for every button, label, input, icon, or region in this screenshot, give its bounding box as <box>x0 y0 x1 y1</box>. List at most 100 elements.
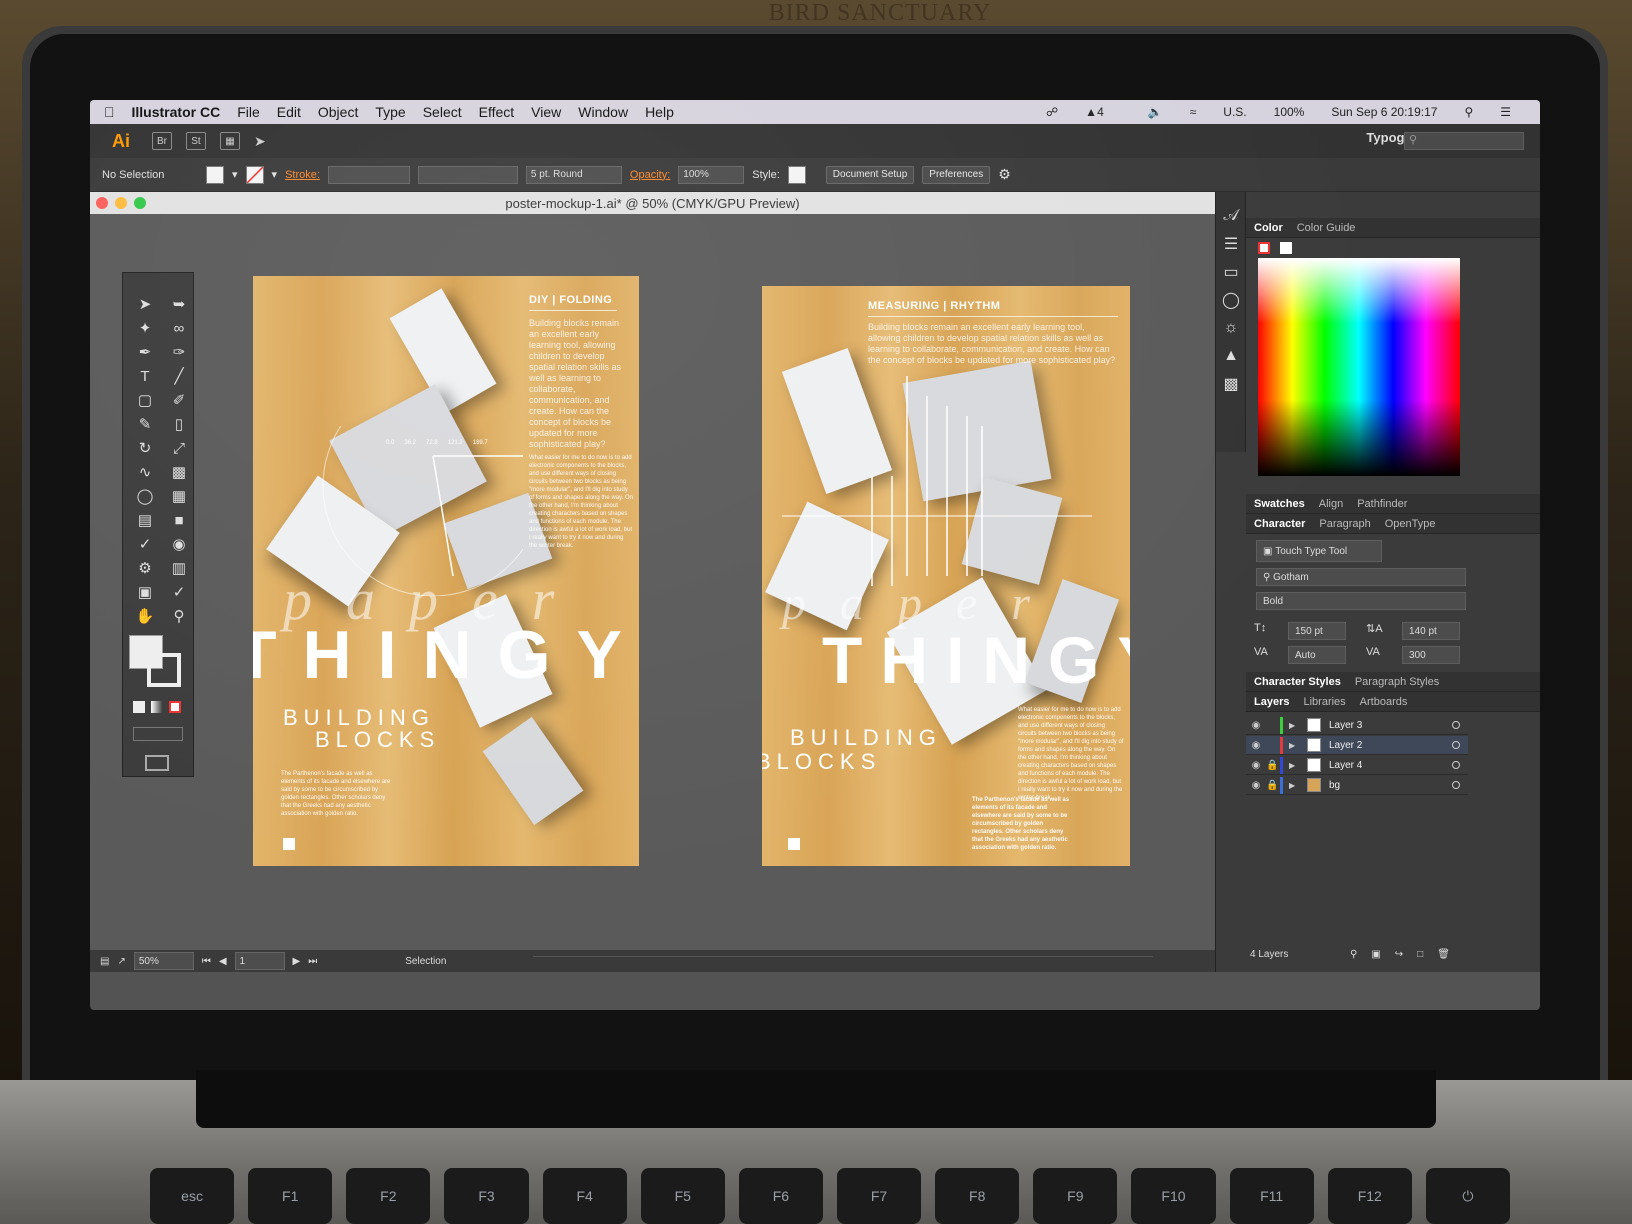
new-layer-icon[interactable]: □ <box>1417 949 1423 960</box>
tab-artboards[interactable]: Artboards <box>1360 696 1408 708</box>
arrange-documents-icon[interactable]: ▦ <box>220 132 240 150</box>
menu-window[interactable]: Window <box>578 104 628 120</box>
symbol-sprayer-tool-icon[interactable]: ⚙ <box>130 557 160 579</box>
shape-builder-tool-icon[interactable]: ◯ <box>130 485 160 507</box>
tab-character-styles[interactable]: Character Styles <box>1254 676 1341 688</box>
rectangle-tool-icon[interactable]: ▢ <box>130 389 160 411</box>
pencil-tool-icon[interactable]: ✎ <box>130 413 160 435</box>
canvas[interactable]: ➤ ➥ ✦ ∞ ✒ ✑ T ╱ ▢ ✐ ✎ ▯ ↻ ⤢ ∿ ▩ ◯ ▦ ▤ ■ … <box>90 214 1215 950</box>
stroke-weight-field[interactable] <box>327 165 410 184</box>
prev-artboard-icon[interactable]: ◀ <box>219 956 227 967</box>
tracking-field[interactable]: 300 <box>1402 646 1460 664</box>
layer-name[interactable]: Layer 2 <box>1329 740 1362 751</box>
tab-color[interactable]: Color <box>1254 222 1283 234</box>
spotlight-icon[interactable]: ⚲ <box>1464 105 1473 119</box>
selection-tool-icon[interactable]: ➤ <box>130 293 160 315</box>
none-mode-icon[interactable] <box>169 701 181 713</box>
warp-tool-icon[interactable]: ∿ <box>130 461 160 483</box>
color-mode-icon[interactable] <box>133 701 145 713</box>
lasso-tool-icon[interactable]: ∞ <box>164 317 194 339</box>
rotate-tool-icon[interactable]: ↻ <box>130 437 160 459</box>
opacity-label[interactable]: Opacity: <box>630 169 670 181</box>
next-artboard-icon[interactable]: ▶ <box>293 956 301 967</box>
tab-swatches[interactable]: Swatches <box>1254 498 1305 510</box>
search-input[interactable]: ⚲ <box>1404 132 1524 150</box>
font-style-field[interactable]: Bold <box>1256 592 1466 610</box>
color-spectrum[interactable] <box>1258 258 1460 476</box>
fill-dropdown-icon[interactable]: ▾ <box>232 168 238 181</box>
clipping-mask-icon[interactable]: ▣ <box>1371 949 1380 960</box>
gradient-mode-icon[interactable] <box>151 701 163 713</box>
battery-status[interactable]: 100% <box>1274 105 1305 119</box>
apple-icon[interactable]:  <box>104 104 115 120</box>
type-tool-icon[interactable]: T <box>130 365 160 387</box>
target-icon[interactable] <box>1452 721 1460 729</box>
app-menu[interactable]: Illustrator CC <box>132 104 221 120</box>
menu-effect[interactable]: Effect <box>479 104 515 120</box>
wifi-icon[interactable]: ≈ <box>1190 105 1197 119</box>
none-swatch-icon[interactable] <box>1258 242 1270 254</box>
perspective-grid-tool-icon[interactable]: ▦ <box>164 485 194 507</box>
layer-row[interactable]: ◉ 🔒 ▶ bg <box>1246 776 1468 795</box>
creative-cloud-icon[interactable]: ☍ <box>1046 105 1058 119</box>
layer-row[interactable]: ◉ ▶ Layer 2 <box>1246 736 1468 755</box>
magic-wand-tool-icon[interactable]: ✦ <box>130 317 160 339</box>
layer-row[interactable]: ◉ 🔒 ▶ Layer 4 <box>1246 756 1468 775</box>
curvature-tool-icon[interactable]: ✑ <box>164 341 194 363</box>
stroke-panel-icon[interactable]: ▭ <box>1216 258 1246 286</box>
touch-type-tool-button[interactable]: ▣ Touch Type Tool <box>1256 540 1382 562</box>
brush-definition[interactable]: 5 pt. Round <box>525 165 622 184</box>
lock-icon[interactable]: 🔒 <box>1266 760 1280 771</box>
layer-row[interactable]: ◉ ▶ Layer 3 <box>1246 716 1468 735</box>
hand-tool-icon[interactable]: ✋ <box>130 605 160 627</box>
minimize-button[interactable] <box>115 197 127 209</box>
stroke-swatch[interactable] <box>245 165 264 184</box>
menu-help[interactable]: Help <box>645 104 674 120</box>
preferences-button[interactable]: Preferences <box>922 165 991 184</box>
artboard-poster-2[interactable]: MEASURING | RHYTHM Building blocks remai… <box>762 286 1130 866</box>
glyph-icon[interactable]: 𝒜 <box>1216 202 1246 230</box>
line-tool-icon[interactable]: ╱ <box>164 365 194 387</box>
appearance-icon[interactable]: ☼ <box>1216 314 1246 342</box>
column-graph-tool-icon[interactable]: ▥ <box>164 557 194 579</box>
tab-paragraph-styles[interactable]: Paragraph Styles <box>1355 676 1439 688</box>
artboard-tool-icon[interactable]: ▣ <box>130 581 160 603</box>
tab-align[interactable]: Align <box>1319 498 1343 510</box>
visibility-icon[interactable]: ◉ <box>1246 760 1266 771</box>
gpu-icon[interactable]: ▤ <box>100 956 109 967</box>
zoom-button[interactable] <box>134 197 146 209</box>
tab-paragraph[interactable]: Paragraph <box>1319 518 1370 530</box>
visibility-icon[interactable]: ◉ <box>1246 780 1266 791</box>
input-source[interactable]: U.S. <box>1223 105 1246 119</box>
leading-field[interactable]: 140 pt <box>1402 622 1460 640</box>
blend-tool-icon[interactable]: ◉ <box>164 533 194 555</box>
bridge-button[interactable]: Br <box>152 132 172 150</box>
artboard-field[interactable]: 1 <box>234 952 285 970</box>
kerning-field[interactable]: Auto <box>1288 646 1346 664</box>
volume-icon[interactable]: 🔈 <box>1148 105 1163 119</box>
clock[interactable]: Sun Sep 6 20:19:17 <box>1331 105 1437 119</box>
document-setup-button[interactable]: Document Setup <box>825 165 915 184</box>
pen-tool-icon[interactable]: ✒ <box>130 341 160 363</box>
first-artboard-icon[interactable]: ⏮ <box>202 956 211 967</box>
lock-icon[interactable]: 🔒 <box>1266 780 1280 791</box>
notification-icon[interactable]: ☰ <box>1500 105 1511 119</box>
visibility-icon[interactable]: ◉ <box>1246 740 1266 751</box>
layer-name[interactable]: Layer 3 <box>1329 720 1362 731</box>
tab-pathfinder[interactable]: Pathfinder <box>1357 498 1407 510</box>
graphic-style-swatch[interactable] <box>787 165 806 184</box>
opacity-field[interactable]: 100% <box>678 165 745 184</box>
close-button[interactable] <box>96 197 108 209</box>
target-icon[interactable] <box>1452 761 1460 769</box>
delete-layer-icon[interactable]: 🗑 <box>1437 949 1450 960</box>
locate-object-icon[interactable]: ⚲ <box>1350 949 1357 960</box>
free-transform-tool-icon[interactable]: ▩ <box>164 461 194 483</box>
menu-file[interactable]: File <box>237 104 260 120</box>
font-family-field[interactable]: ⚲ Gotham <box>1256 568 1466 586</box>
transform-icon[interactable]: ▩ <box>1216 370 1246 398</box>
symbols-icon[interactable]: ▲ <box>1216 342 1246 370</box>
paintbrush-tool-icon[interactable]: ✐ <box>164 389 194 411</box>
target-icon[interactable] <box>1452 741 1460 749</box>
tab-opentype[interactable]: OpenType <box>1385 518 1436 530</box>
white-swatch[interactable] <box>1280 242 1292 254</box>
